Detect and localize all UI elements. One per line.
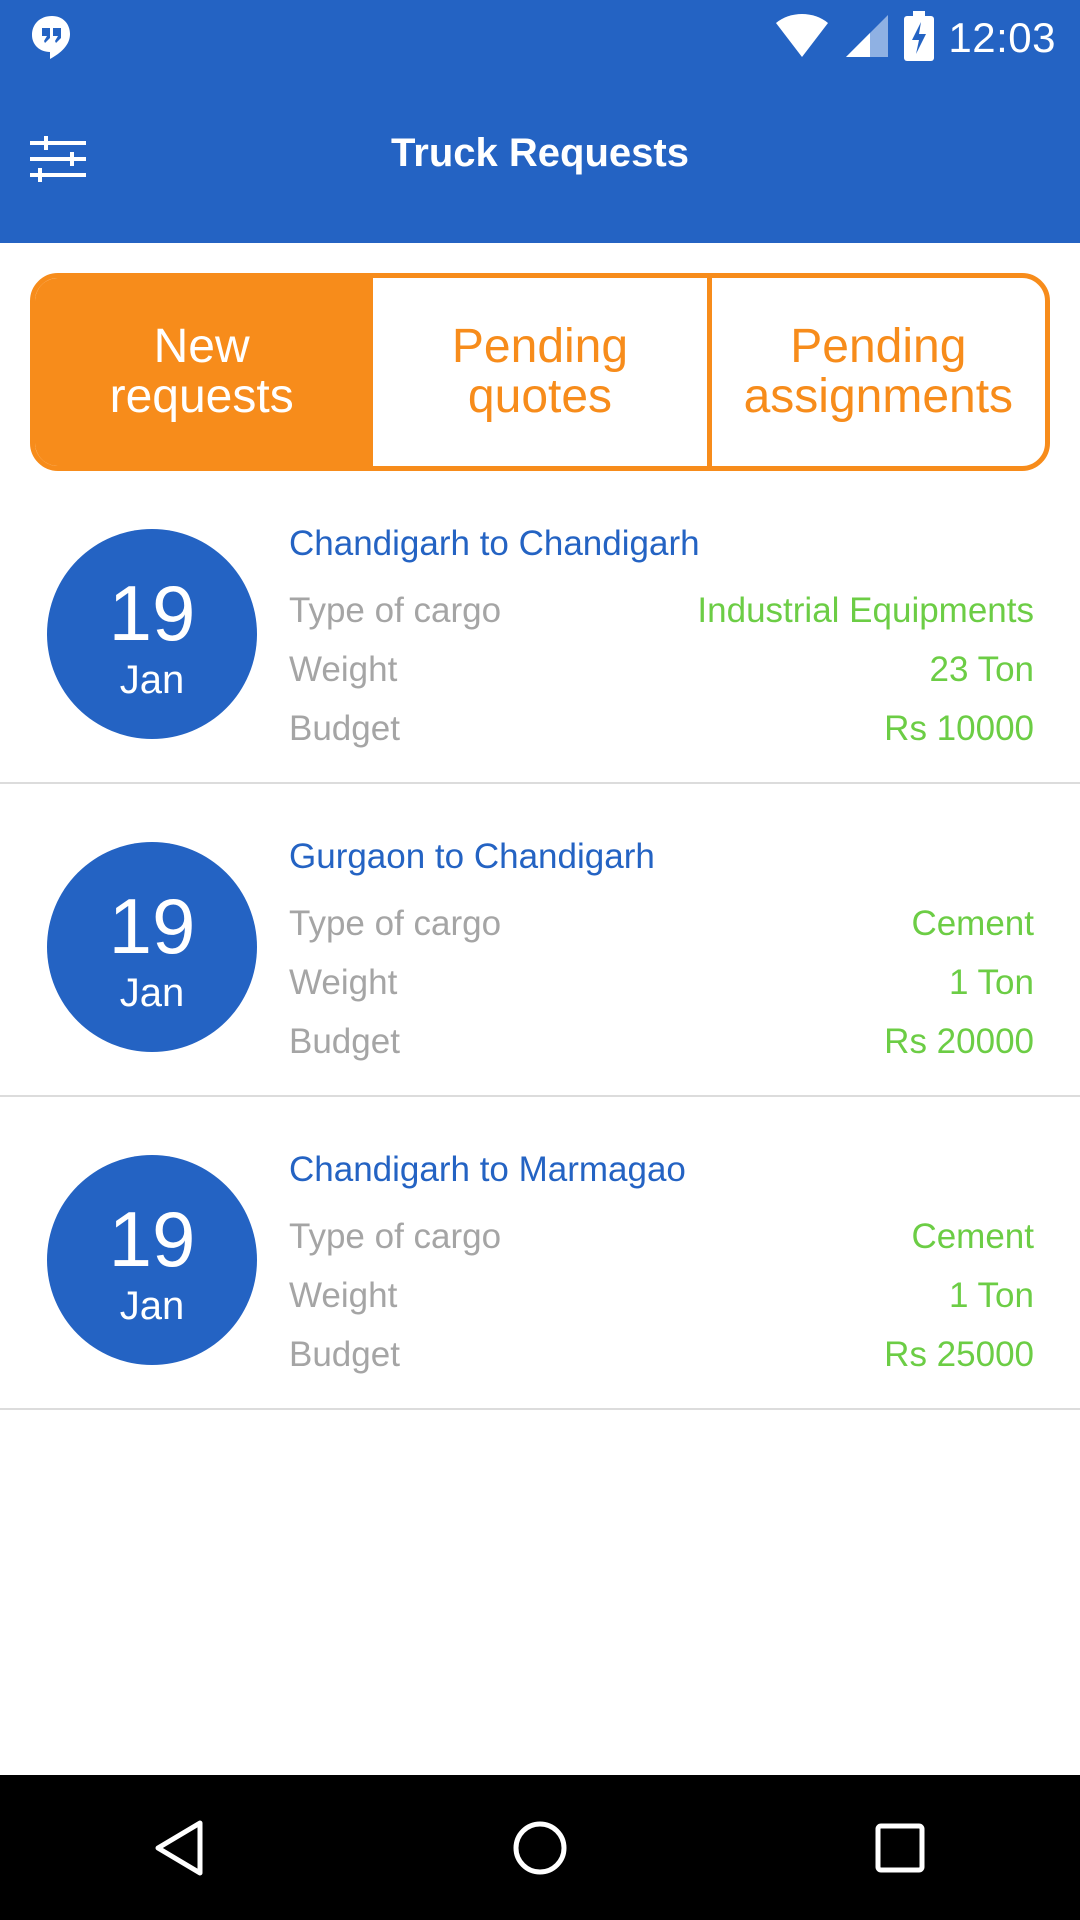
request-card[interactable]: 19 Jan Chandigarh to Chandigarh Type of … xyxy=(0,471,1080,784)
weight-label: Weight xyxy=(289,1276,398,1315)
recents-icon[interactable] xyxy=(840,1788,960,1908)
weight-row: Weight 23 Ton xyxy=(289,640,1034,699)
cargo-row: Type of cargo Cement xyxy=(289,1207,1034,1266)
status-time: 12:03 xyxy=(948,14,1056,61)
budget-row: Budget Rs 10000 xyxy=(289,699,1034,758)
date-badge: 19 Jan xyxy=(47,1155,257,1365)
date-month: Jan xyxy=(119,971,185,1015)
budget-value: Rs 10000 xyxy=(884,709,1034,748)
weight-row: Weight 1 Ton xyxy=(289,953,1034,1012)
cargo-label: Type of cargo xyxy=(289,1217,502,1256)
request-card[interactable]: 19 Jan Chandigarh to Marmagao Type of ca… xyxy=(0,1097,1080,1410)
route-title: Chandigarh to Chandigarh xyxy=(289,524,700,563)
date-day: 19 xyxy=(108,882,196,970)
weight-row: Weight 1 Ton xyxy=(289,1266,1034,1325)
weight-value: 1 Ton xyxy=(949,1276,1034,1315)
cargo-label: Type of cargo xyxy=(289,591,502,630)
page-title: Truck Requests xyxy=(391,131,689,175)
tab-new-requests[interactable]: New requests xyxy=(35,278,369,466)
request-details: Gurgaon to Chandigarh Type of cargo Ceme… xyxy=(289,836,1034,1071)
budget-row: Budget Rs 20000 xyxy=(289,1012,1034,1071)
request-tabs: New requests Pending quotes Pending assi… xyxy=(30,273,1050,471)
app-bar: Truck Requests xyxy=(0,75,1080,243)
tab-pending-quotes[interactable]: Pending quotes xyxy=(368,278,706,466)
route-title: Gurgaon to Chandigarh xyxy=(289,837,655,876)
cell-signal-icon xyxy=(844,13,890,64)
status-icons: 12:03 xyxy=(774,10,1056,66)
budget-value: Rs 25000 xyxy=(884,1335,1034,1374)
budget-label: Budget xyxy=(289,709,400,748)
back-icon[interactable] xyxy=(120,1788,240,1908)
wifi-icon xyxy=(774,13,830,64)
status-bar: 12:03 xyxy=(0,0,1080,75)
navigation-bar xyxy=(0,1775,1080,1920)
cargo-row: Type of cargo Industrial Equipments xyxy=(289,581,1034,640)
request-card[interactable]: 19 Jan Gurgaon to Chandigarh Type of car… xyxy=(0,784,1080,1097)
cargo-label: Type of cargo xyxy=(289,904,502,943)
date-badge: 19 Jan xyxy=(47,842,257,1052)
budget-value: Rs 20000 xyxy=(884,1022,1034,1061)
tab-pending-assignments[interactable]: Pending assignments xyxy=(706,278,1045,466)
battery-charging-icon xyxy=(904,10,935,66)
date-badge: 19 Jan xyxy=(47,529,257,739)
cargo-value: Cement xyxy=(911,1217,1034,1256)
cargo-value: Cement xyxy=(911,904,1034,943)
route-title: Chandigarh to Marmagao xyxy=(289,1150,686,1189)
budget-label: Budget xyxy=(289,1335,400,1374)
budget-row: Budget Rs 25000 xyxy=(289,1325,1034,1384)
request-details: Chandigarh to Marmagao Type of cargo Cem… xyxy=(289,1149,1034,1384)
date-day: 19 xyxy=(108,569,196,657)
request-list: 19 Jan Chandigarh to Chandigarh Type of … xyxy=(0,471,1080,1410)
date-month: Jan xyxy=(119,1284,185,1328)
hangouts-notification-icon xyxy=(30,14,74,60)
home-icon[interactable] xyxy=(480,1788,600,1908)
request-details: Chandigarh to Chandigarh Type of cargo I… xyxy=(289,523,1034,758)
date-day: 19 xyxy=(108,1195,196,1283)
weight-label: Weight xyxy=(289,963,398,1002)
budget-label: Budget xyxy=(289,1022,400,1061)
weight-value: 1 Ton xyxy=(949,963,1034,1002)
date-month: Jan xyxy=(119,658,185,702)
cargo-row: Type of cargo Cement xyxy=(289,894,1034,953)
cargo-value: Industrial Equipments xyxy=(697,591,1034,630)
weight-value: 23 Ton xyxy=(929,650,1034,689)
weight-label: Weight xyxy=(289,650,398,689)
